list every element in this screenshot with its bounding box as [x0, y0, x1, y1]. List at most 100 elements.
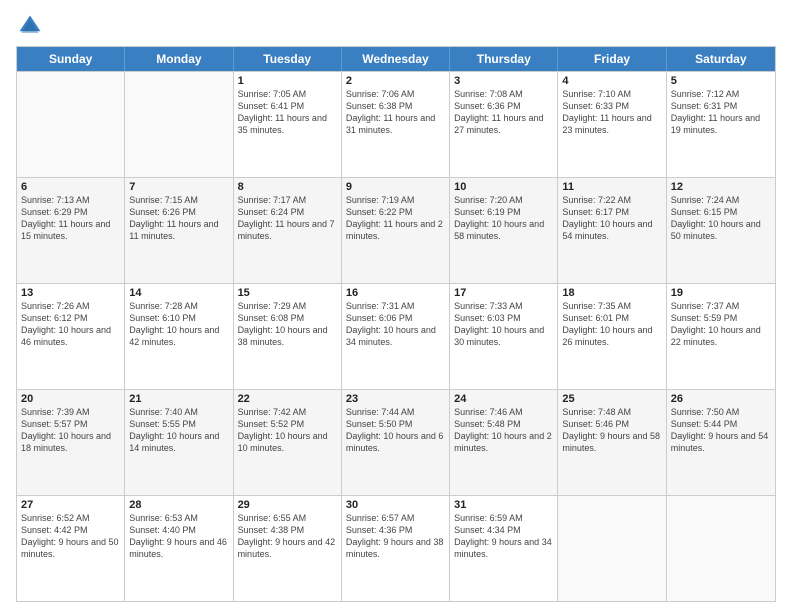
day-number: 22 — [238, 393, 337, 405]
cell-info: Sunrise: 7:24 AMSunset: 6:15 PMDaylight:… — [671, 195, 761, 241]
cell-info: Sunrise: 6:59 AMSunset: 4:34 PMDaylight:… — [454, 513, 552, 559]
cell-info: Sunrise: 7:50 AMSunset: 5:44 PMDaylight:… — [671, 407, 769, 453]
calendar-header: SundayMondayTuesdayWednesdayThursdayFrid… — [17, 47, 775, 71]
day-header-tuesday: Tuesday — [234, 47, 342, 71]
day-cell-10: 10 Sunrise: 7:20 AMSunset: 6:19 PMDayligh… — [450, 178, 558, 283]
day-cell-14: 14Sunrise: 7:28 AMSunset: 6:10 PMDayligh… — [125, 284, 233, 389]
day-cell-1: 1 Sunrise: 7:05 AMSunset: 6:41 PMDaylight… — [234, 72, 342, 177]
day-number: 21 — [129, 393, 228, 405]
cell-info: Sunrise: 7:19 AMSunset: 6:22 PMDaylight:… — [346, 195, 443, 241]
day-number: 30 — [346, 499, 445, 511]
day-number: 2 — [346, 75, 445, 87]
day-header-monday: Monday — [125, 47, 233, 71]
calendar: SundayMondayTuesdayWednesdayThursdayFrid… — [16, 46, 776, 602]
day-cell-25: 25 Sunrise: 7:48 AMSunset: 5:46 PMDayligh… — [558, 390, 666, 495]
day-number: 19 — [671, 287, 771, 299]
calendar-row-1: 1 Sunrise: 7:05 AMSunset: 6:41 PMDaylight… — [17, 71, 775, 177]
day-number: 27 — [21, 499, 120, 511]
day-cell-19: 19 Sunrise: 7:37 AMSunset: 5:59 PMDayligh… — [667, 284, 775, 389]
day-number: 16 — [346, 287, 445, 299]
cell-info: Sunrise: 7:20 AMSunset: 6:19 PMDaylight:… — [454, 195, 544, 241]
day-number: 23 — [346, 393, 445, 405]
day-header-thursday: Thursday — [450, 47, 558, 71]
day-cell-23: 23 Sunrise: 7:44 AMSunset: 5:50 PMDayligh… — [342, 390, 450, 495]
empty-cell — [17, 72, 125, 177]
day-cell-24: 24 Sunrise: 7:46 AMSunset: 5:48 PMDayligh… — [450, 390, 558, 495]
cell-info: Sunrise: 7:35 AMSunset: 6:01 PMDaylight:… — [562, 301, 652, 347]
day-number: 28 — [129, 499, 228, 511]
page-header — [16, 12, 776, 40]
day-number: 6 — [21, 181, 120, 193]
day-cell-16: 16 Sunrise: 7:31 AMSunset: 6:06 PMDayligh… — [342, 284, 450, 389]
day-cell-26: 26 Sunrise: 7:50 AMSunset: 5:44 PMDayligh… — [667, 390, 775, 495]
cell-info: Sunrise: 7:12 AMSunset: 6:31 PMDaylight:… — [671, 89, 760, 135]
day-cell-20: 20Sunrise: 7:39 AMSunset: 5:57 PMDayligh… — [17, 390, 125, 495]
day-cell-7: 7 Sunrise: 7:15 AMSunset: 6:26 PMDaylight… — [125, 178, 233, 283]
day-cell-21: 21 Sunrise: 7:40 AMSunset: 5:55 PMDayligh… — [125, 390, 233, 495]
day-cell-30: 30 Sunrise: 6:57 AMSunset: 4:36 PMDayligh… — [342, 496, 450, 601]
cell-info: Sunrise: 6:57 AMSunset: 4:36 PMDaylight:… — [346, 513, 444, 559]
cell-info: Sunrise: 6:55 AMSunset: 4:38 PMDaylight:… — [238, 513, 336, 559]
cell-info: Sunrise: 7:13 AMSunset: 6:29 PMDaylight:… — [21, 195, 110, 241]
day-number: 1 — [238, 75, 337, 87]
empty-cell — [558, 496, 666, 601]
calendar-row-2: 6 Sunrise: 7:13 AMSunset: 6:29 PMDaylight… — [17, 177, 775, 283]
day-number: 24 — [454, 393, 553, 405]
day-number: 26 — [671, 393, 771, 405]
calendar-row-4: 20Sunrise: 7:39 AMSunset: 5:57 PMDayligh… — [17, 389, 775, 495]
cell-info: Sunrise: 7:29 AMSunset: 6:08 PMDaylight:… — [238, 301, 328, 347]
day-number: 18 — [562, 287, 661, 299]
day-cell-22: 22 Sunrise: 7:42 AMSunset: 5:52 PMDayligh… — [234, 390, 342, 495]
cell-info: Sunrise: 7:31 AMSunset: 6:06 PMDaylight:… — [346, 301, 436, 347]
day-header-saturday: Saturday — [667, 47, 775, 71]
cell-info: Sunrise: 7:44 AMSunset: 5:50 PMDaylight:… — [346, 407, 444, 453]
day-cell-12: 12Sunrise: 7:24 AMSunset: 6:15 PMDayligh… — [667, 178, 775, 283]
day-cell-17: 17Sunrise: 7:33 AMSunset: 6:03 PMDayligh… — [450, 284, 558, 389]
cell-info: Sunrise: 7:39 AMSunset: 5:57 PMDaylight:… — [21, 407, 111, 453]
day-cell-15: 15 Sunrise: 7:29 AMSunset: 6:08 PMDayligh… — [234, 284, 342, 389]
cell-info: Sunrise: 7:46 AMSunset: 5:48 PMDaylight:… — [454, 407, 552, 453]
day-cell-13: 13 Sunrise: 7:26 AMSunset: 6:12 PMDayligh… — [17, 284, 125, 389]
day-cell-27: 27Sunrise: 6:52 AMSunset: 4:42 PMDayligh… — [17, 496, 125, 601]
logo-icon — [16, 12, 44, 40]
cell-info: Sunrise: 7:06 AMSunset: 6:38 PMDaylight:… — [346, 89, 435, 135]
day-cell-3: 3Sunrise: 7:08 AMSunset: 6:36 PMDaylight… — [450, 72, 558, 177]
cell-info: Sunrise: 7:08 AMSunset: 6:36 PMDaylight:… — [454, 89, 543, 135]
day-cell-8: 8 Sunrise: 7:17 AMSunset: 6:24 PMDaylight… — [234, 178, 342, 283]
empty-cell — [667, 496, 775, 601]
cell-info: Sunrise: 7:10 AMSunset: 6:33 PMDaylight:… — [562, 89, 651, 135]
day-number: 25 — [562, 393, 661, 405]
day-number: 11 — [562, 181, 661, 193]
day-cell-5: 5Sunrise: 7:12 AMSunset: 6:31 PMDaylight… — [667, 72, 775, 177]
day-number: 9 — [346, 181, 445, 193]
cell-info: Sunrise: 7:15 AMSunset: 6:26 PMDaylight:… — [129, 195, 218, 241]
cell-info: Sunrise: 7:22 AMSunset: 6:17 PMDaylight:… — [562, 195, 652, 241]
day-cell-28: 28 Sunrise: 6:53 AMSunset: 4:40 PMDayligh… — [125, 496, 233, 601]
cell-info: Sunrise: 7:37 AMSunset: 5:59 PMDaylight:… — [671, 301, 761, 347]
day-cell-31: 31 Sunrise: 6:59 AMSunset: 4:34 PMDayligh… — [450, 496, 558, 601]
day-header-sunday: Sunday — [17, 47, 125, 71]
day-number: 31 — [454, 499, 553, 511]
day-number: 10 — [454, 181, 553, 193]
cell-info: Sunrise: 7:42 AMSunset: 5:52 PMDaylight:… — [238, 407, 328, 453]
day-header-wednesday: Wednesday — [342, 47, 450, 71]
calendar-body: 1 Sunrise: 7:05 AMSunset: 6:41 PMDaylight… — [17, 71, 775, 601]
day-cell-4: 4 Sunrise: 7:10 AMSunset: 6:33 PMDaylight… — [558, 72, 666, 177]
calendar-row-5: 27Sunrise: 6:52 AMSunset: 4:42 PMDayligh… — [17, 495, 775, 601]
cell-info: Sunrise: 7:17 AMSunset: 6:24 PMDaylight:… — [238, 195, 335, 241]
day-number: 7 — [129, 181, 228, 193]
cell-info: Sunrise: 7:26 AMSunset: 6:12 PMDaylight:… — [21, 301, 111, 347]
cell-info: Sunrise: 6:53 AMSunset: 4:40 PMDaylight:… — [129, 513, 227, 559]
day-number: 17 — [454, 287, 553, 299]
day-cell-11: 11 Sunrise: 7:22 AMSunset: 6:17 PMDayligh… — [558, 178, 666, 283]
day-number: 8 — [238, 181, 337, 193]
logo — [16, 12, 48, 40]
cell-info: Sunrise: 7:48 AMSunset: 5:46 PMDaylight:… — [562, 407, 660, 453]
day-number: 4 — [562, 75, 661, 87]
day-number: 13 — [21, 287, 120, 299]
empty-cell — [125, 72, 233, 177]
cell-info: Sunrise: 7:05 AMSunset: 6:41 PMDaylight:… — [238, 89, 327, 135]
cell-info: Sunrise: 7:40 AMSunset: 5:55 PMDaylight:… — [129, 407, 219, 453]
day-number: 15 — [238, 287, 337, 299]
day-cell-29: 29Sunrise: 6:55 AMSunset: 4:38 PMDayligh… — [234, 496, 342, 601]
